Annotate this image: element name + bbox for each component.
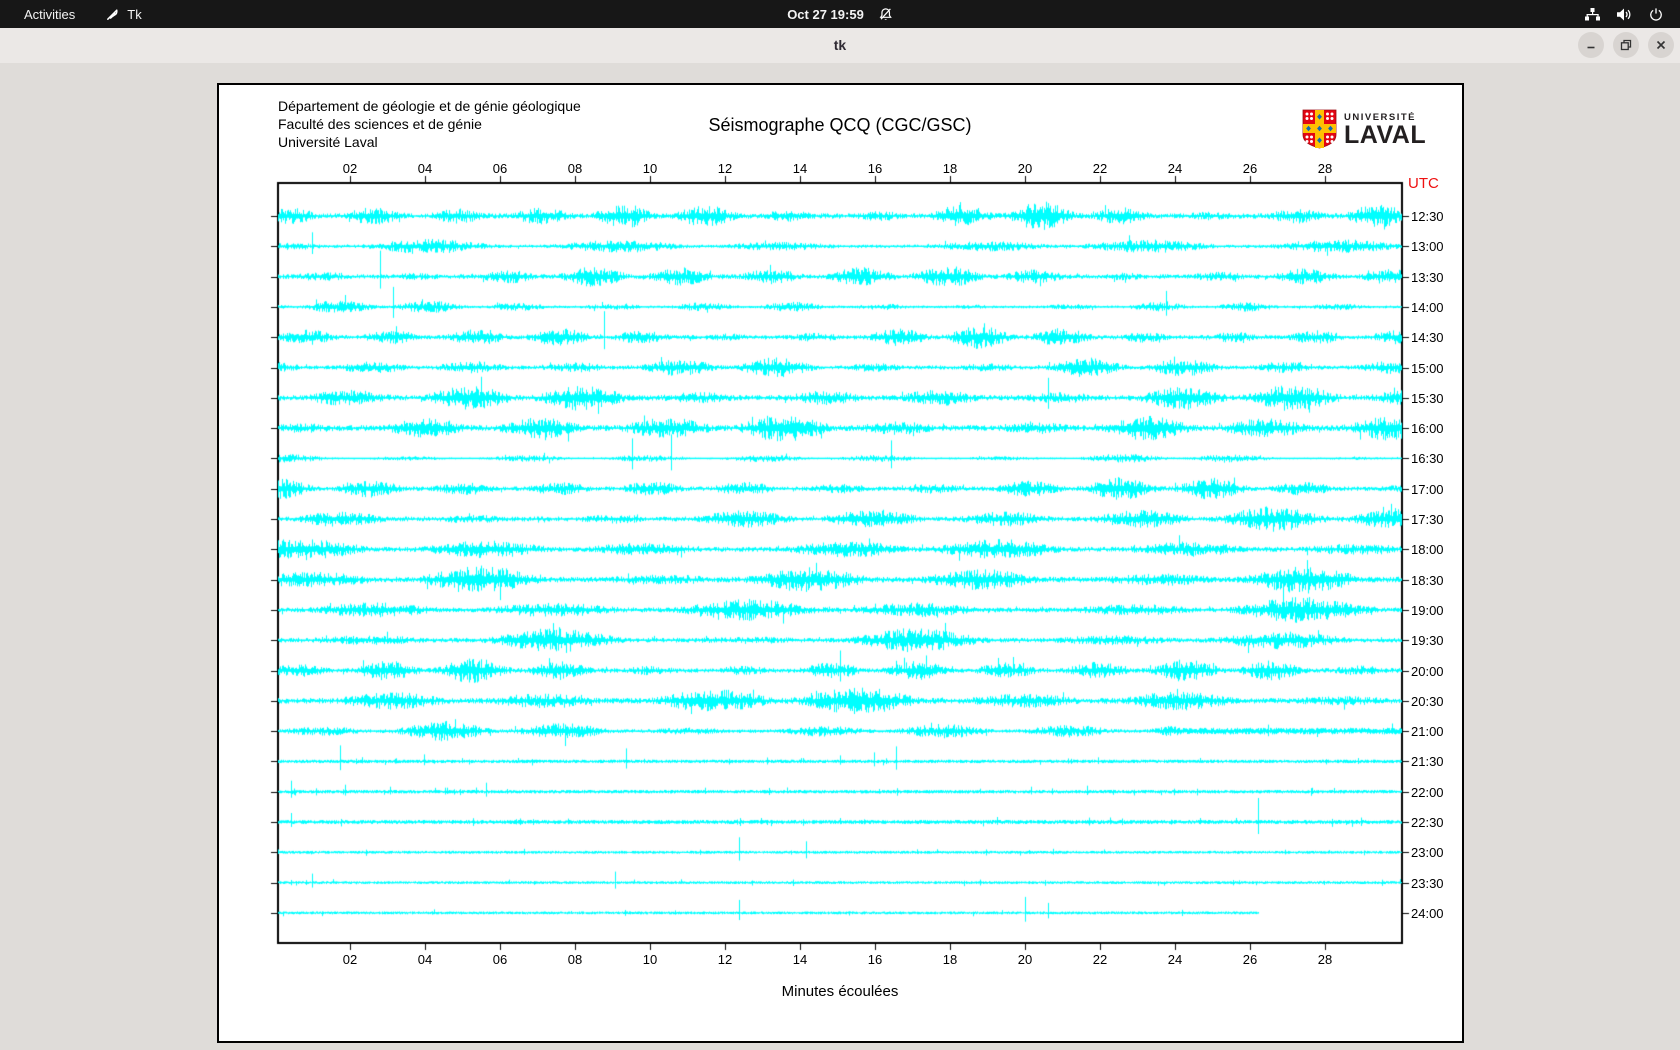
window-title: tk: [0, 28, 1680, 63]
x-tick-label-top: 12: [718, 161, 732, 176]
utc-time-label: 17:30: [1411, 512, 1444, 527]
x-tick-label-top: 16: [868, 161, 882, 176]
system-menu[interactable]: [1584, 0, 1680, 28]
utc-time-label: 14:00: [1411, 300, 1444, 315]
institution-line: Faculté des sciences et de génie: [278, 115, 581, 133]
x-tick-label-top: 08: [568, 161, 582, 176]
app-indicator-label: Tk: [127, 7, 141, 22]
utc-time-label: 24:00: [1411, 906, 1444, 921]
x-tick-label-bottom: 06: [493, 952, 507, 967]
x-tick-label-top: 04: [418, 161, 432, 176]
x-axis-title: Minutes écoulées: [560, 983, 1120, 1000]
close-icon: [1655, 39, 1667, 51]
x-tick-label-top: 14: [793, 161, 807, 176]
desktop: Activities Tk Oct 27 19:59: [0, 0, 1680, 1050]
utc-time-label: 20:30: [1411, 694, 1444, 709]
x-tick-label-top: 24: [1168, 161, 1182, 176]
x-tick-label-top: 18: [943, 161, 957, 176]
network-wired-icon: [1584, 7, 1601, 22]
volume-icon: [1616, 7, 1633, 22]
laval-shield-icon: [1302, 109, 1337, 149]
institution-line: Université Laval: [278, 133, 581, 151]
utc-time-label: 15:00: [1411, 361, 1444, 376]
x-tick-label-bottom: 02: [343, 952, 357, 967]
seismograph-frame: Département de géologie et de génie géol…: [217, 83, 1464, 1043]
top-bar: Activities Tk Oct 27 19:59: [0, 0, 1680, 28]
utc-time-label: 16:00: [1411, 421, 1444, 436]
x-tick-label-bottom: 18: [943, 952, 957, 967]
utc-time-label: 23:30: [1411, 876, 1444, 891]
clock-label: Oct 27 19:59: [787, 7, 864, 22]
logo-laval-text: LAVAL: [1344, 123, 1426, 147]
utc-time-label: 18:30: [1411, 573, 1444, 588]
institution-header: Département de géologie et de génie géol…: [278, 97, 581, 151]
maximize-button[interactable]: [1613, 32, 1639, 58]
x-tick-label-bottom: 10: [643, 952, 657, 967]
universite-laval-logo: UNIVERSITÉ LAVAL: [1302, 109, 1426, 149]
x-tick-label-bottom: 08: [568, 952, 582, 967]
utc-time-label: 22:00: [1411, 785, 1444, 800]
minimize-icon: [1585, 39, 1597, 51]
plot-title: Séismographe QCQ (CGC/GSC): [560, 115, 1120, 136]
x-tick-label-top: 26: [1243, 161, 1257, 176]
utc-label: UTC: [1408, 175, 1439, 192]
utc-time-label: 20:00: [1411, 664, 1444, 679]
x-tick-label-bottom: 04: [418, 952, 432, 967]
clock-menu[interactable]: Oct 27 19:59: [787, 0, 893, 28]
utc-time-label: 14:30: [1411, 330, 1444, 345]
x-tick-label-top: 20: [1018, 161, 1032, 176]
utc-time-label: 12:30: [1411, 209, 1444, 224]
utc-time-label: 13:00: [1411, 239, 1444, 254]
seismogram-canvas: [219, 85, 1462, 1041]
notifications-muted-icon: [878, 7, 893, 22]
x-tick-label-bottom: 24: [1168, 952, 1182, 967]
x-tick-label-bottom: 20: [1018, 952, 1032, 967]
x-tick-label-top: 28: [1318, 161, 1332, 176]
utc-time-label: 21:00: [1411, 724, 1444, 739]
x-tick-label-bottom: 22: [1093, 952, 1107, 967]
window-content: Département de géologie et de génie géol…: [0, 63, 1680, 1050]
x-tick-label-top: 06: [493, 161, 507, 176]
utc-time-label: 18:00: [1411, 542, 1444, 557]
x-tick-label-top: 22: [1093, 161, 1107, 176]
x-tick-label-bottom: 12: [718, 952, 732, 967]
x-tick-label-bottom: 14: [793, 952, 807, 967]
utc-time-label: 16:30: [1411, 451, 1444, 466]
minimize-button[interactable]: [1578, 32, 1604, 58]
utc-time-label: 21:30: [1411, 754, 1444, 769]
utc-time-label: 19:00: [1411, 603, 1444, 618]
utc-time-label: 22:30: [1411, 815, 1444, 830]
x-tick-label-top: 10: [643, 161, 657, 176]
utc-time-label: 17:00: [1411, 482, 1444, 497]
window-titlebar: tk: [0, 28, 1680, 64]
close-button[interactable]: [1648, 32, 1674, 58]
activities-button[interactable]: Activities: [20, 7, 79, 22]
tk-feather-icon: [105, 7, 120, 22]
utc-time-label: 23:00: [1411, 845, 1444, 860]
x-tick-label-bottom: 16: [868, 952, 882, 967]
restore-icon: [1620, 39, 1632, 51]
x-tick-label-top: 02: [343, 161, 357, 176]
x-tick-label-bottom: 28: [1318, 952, 1332, 967]
app-indicator[interactable]: Tk: [105, 7, 141, 22]
institution-line: Département de géologie et de génie géol…: [278, 97, 581, 115]
utc-time-label: 19:30: [1411, 633, 1444, 648]
utc-time-label: 15:30: [1411, 391, 1444, 406]
power-icon: [1648, 7, 1664, 22]
x-tick-label-bottom: 26: [1243, 952, 1257, 967]
utc-time-label: 13:30: [1411, 270, 1444, 285]
